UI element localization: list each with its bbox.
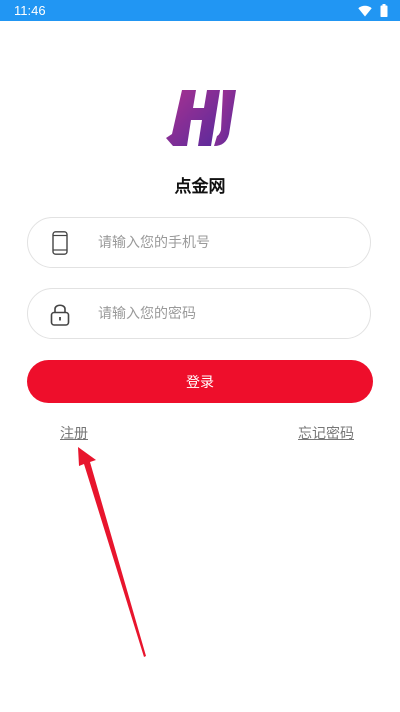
login-button[interactable]: 登录: [27, 360, 373, 403]
status-time: 11:46: [14, 3, 46, 18]
register-link[interactable]: 注册: [60, 425, 88, 443]
wifi-icon: [358, 5, 372, 16]
phone-input[interactable]: [98, 226, 348, 259]
lock-icon: [50, 304, 70, 326]
password-input[interactable]: [98, 297, 348, 330]
phone-field[interactable]: [27, 217, 371, 268]
app-name: 点金网: [174, 177, 226, 197]
forgot-password-link[interactable]: 忘记密码: [298, 425, 354, 443]
status-bar: 11:46: [0, 0, 400, 21]
password-field[interactable]: [27, 288, 371, 339]
battery-icon: [380, 4, 388, 17]
phone-icon: [52, 231, 68, 255]
status-icons: [358, 4, 388, 17]
hj-logo: [166, 90, 236, 146]
